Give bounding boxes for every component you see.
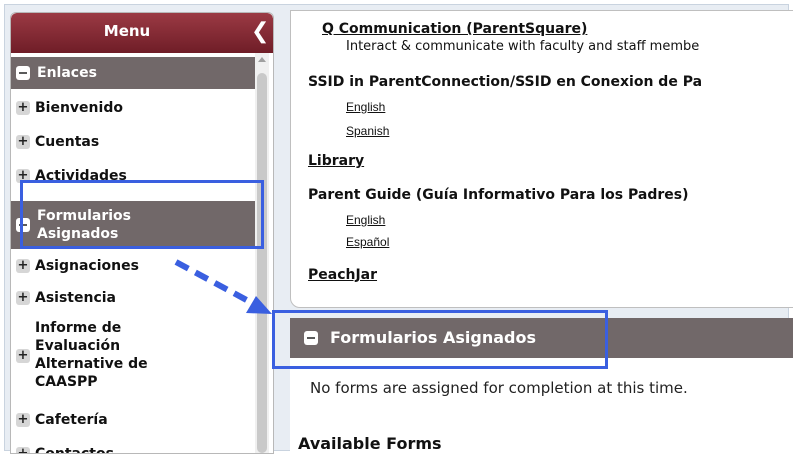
dashed-arrow-line [174, 259, 256, 307]
annotation-arrow [174, 259, 272, 314]
arrow-head-icon [246, 296, 272, 314]
